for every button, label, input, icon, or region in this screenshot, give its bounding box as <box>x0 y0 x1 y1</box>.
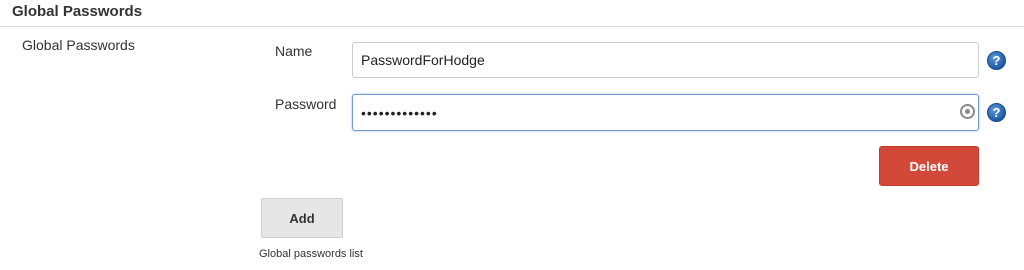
reveal-password-icon[interactable] <box>960 104 975 119</box>
delete-button[interactable]: Delete <box>879 146 979 186</box>
help-icon[interactable]: ? <box>987 103 1006 122</box>
help-icon[interactable]: ? <box>987 51 1006 70</box>
row-label: Global Passwords <box>22 37 135 53</box>
name-input[interactable] <box>352 42 979 78</box>
section-header: Global Passwords <box>0 0 1024 27</box>
global-passwords-hint: Global passwords list <box>259 248 363 260</box>
name-label: Name <box>275 43 313 59</box>
global-passwords-page: Global Passwords Global Passwords Name ?… <box>0 0 1024 270</box>
section-title: Global Passwords <box>12 3 143 20</box>
password-input[interactable] <box>352 94 979 131</box>
add-button[interactable]: Add <box>261 198 343 238</box>
password-label: Password <box>275 96 337 112</box>
